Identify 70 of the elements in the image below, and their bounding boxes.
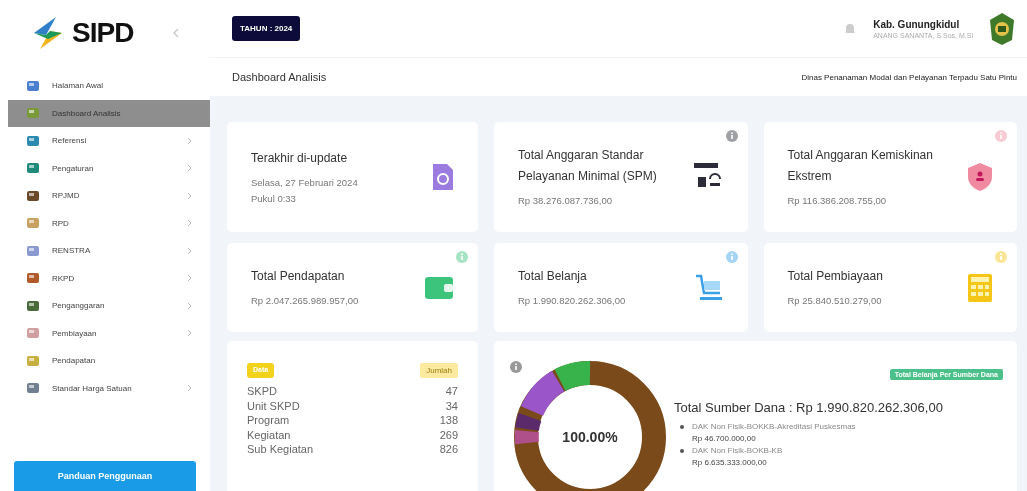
sidebar-item[interactable]: RPD [0, 209, 210, 237]
menu-icon [26, 216, 40, 231]
count-label: Sub Kegiatan [247, 442, 314, 457]
bullet-icon [680, 425, 684, 429]
source-amount: Rp 46.700.000,00 [692, 433, 757, 445]
menu-icon [26, 161, 40, 176]
count-label: SKPD [247, 384, 277, 399]
sidebar-item[interactable]: Standar Harga Satuan [0, 374, 210, 402]
card-title: Total Pembiayaan [787, 268, 884, 285]
count-value: 34 [445, 398, 458, 413]
sidebar-item[interactable]: Pengaturan [0, 154, 210, 182]
info-icon[interactable] [725, 251, 738, 263]
emblem-icon [989, 11, 1015, 46]
page-title: Dashboard Analisis [232, 71, 327, 83]
donut-center-label: 100.00% [561, 429, 619, 445]
card-title: Terakhir di-update [251, 149, 349, 167]
bell-icon[interactable] [843, 21, 858, 36]
sidebar-item[interactable]: Halaman Awal [0, 72, 210, 100]
year-badge[interactable]: TAHUN : 2024 [232, 16, 301, 41]
sidebar-item[interactable]: Dashboard Analisis [8, 99, 210, 127]
menu-icon [26, 133, 40, 148]
card-value: Rp 38.276.087.736,00 [518, 194, 614, 208]
card-value: Pukul 0:33 [251, 191, 297, 206]
sidebar-item[interactable]: RPJMD [0, 182, 210, 210]
info-icon[interactable] [995, 251, 1007, 263]
count-label: Unit SKPD [247, 398, 300, 413]
bullet-icon [680, 449, 684, 453]
count-value: 47 [445, 384, 458, 399]
source-name: DAK Non Fisik-BOKB-KB [692, 445, 783, 457]
menu-icon [26, 78, 40, 93]
info-icon[interactable] [725, 130, 738, 142]
total-label: Total Sumber Dana : Rp 1.990.820.262.306,00 [674, 400, 944, 415]
count-value: 269 [439, 427, 458, 442]
count-label: Program [247, 413, 290, 428]
unit-name: Dinas Penanaman Modal dan Pelayanan Terpadu Satu Pintu [801, 72, 1017, 82]
logo-text: SIPD [72, 17, 134, 49]
menu-icon [26, 243, 40, 258]
card-title: Total Anggaran Kemiskinan Ekstrem [787, 147, 934, 185]
sidebar-item[interactable]: Pendapatan [0, 347, 210, 375]
sidebar-item[interactable]: RENSTRA [0, 237, 210, 265]
card-value: Selasa, 27 Februari 2024 [251, 175, 359, 190]
count-label: Kegiatan [247, 427, 291, 442]
card-value: Rp 2.047.265.989.957,00 [251, 294, 360, 308]
count-badge: Jumlah [420, 363, 458, 378]
card-value: Rp 25.840.510.279,00 [787, 294, 883, 308]
card-title: Total Belanja [518, 268, 588, 285]
sidebar-item[interactable]: RKPD [0, 264, 210, 292]
card-value: Rp 116.386.208.755,00 [787, 194, 888, 208]
card-value: Rp 1.990.820.262.306,00 [518, 294, 627, 308]
menu-icon [26, 381, 40, 396]
info-icon[interactable] [510, 361, 522, 373]
menu-icon [26, 326, 40, 341]
count-value: 826 [439, 442, 458, 457]
count-value: 138 [439, 413, 458, 428]
sidebar-item[interactable]: Referensi [0, 127, 210, 155]
card-title: Total Anggaran Standar Pelayanan Minimal (SPM) [518, 147, 658, 185]
info-icon[interactable] [456, 251, 468, 263]
card-title: Total Pendapatan [251, 268, 346, 285]
menu-icon [26, 353, 40, 368]
info-icon[interactable] [995, 130, 1007, 142]
menu-icon [26, 106, 40, 121]
menu-icon [26, 271, 40, 286]
menu-icon [26, 188, 40, 203]
source-amount: Rp 6.635.333.000,00 [692, 457, 768, 469]
sidebar-item[interactable]: Penganggaran [0, 292, 210, 320]
source-name: DAK Non Fisik-BOKKB-Akreditasi Puskesmas [692, 421, 856, 433]
sidebar-item[interactable]: Pembiayaan [0, 319, 210, 347]
menu-icon [26, 298, 40, 313]
collapse-icon[interactable] [172, 28, 180, 38]
user-name: Kab. Gunungkidul [873, 18, 961, 30]
